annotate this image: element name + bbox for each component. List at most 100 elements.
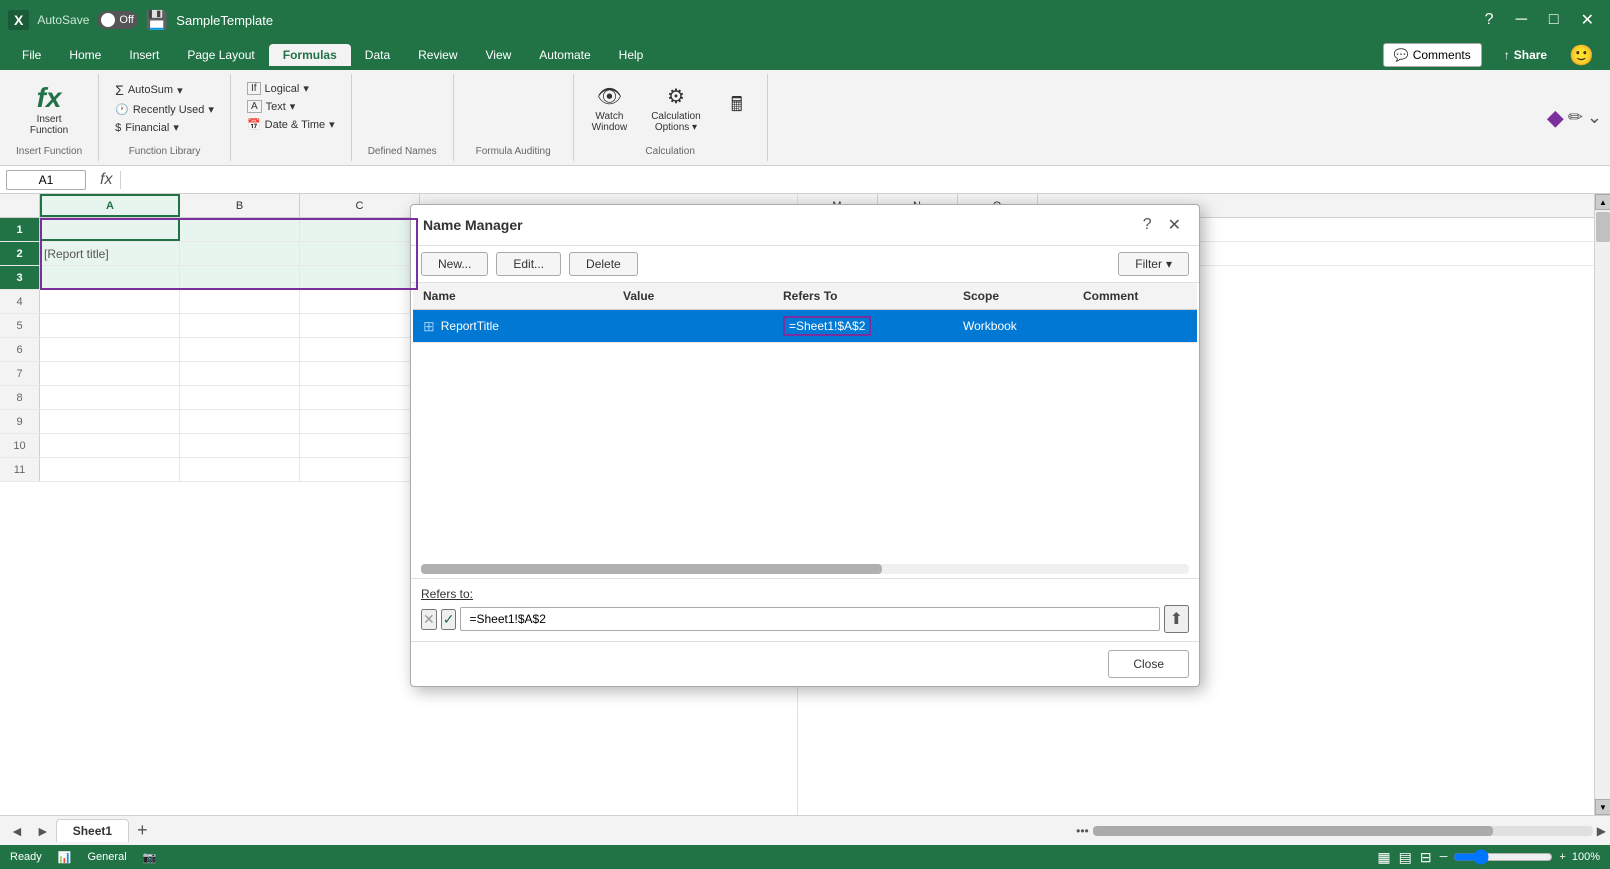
tab-insert[interactable]: Insert <box>115 44 173 66</box>
cell-c9[interactable] <box>300 410 420 433</box>
cancel-refers-to-button[interactable]: ✕ <box>421 609 437 630</box>
cell-c7[interactable] <box>300 362 420 385</box>
collapse-refers-to-button[interactable]: ⬆ <box>1164 605 1189 633</box>
minimize-button[interactable]: ─ <box>1508 7 1535 33</box>
cell-a2[interactable]: [Report title] <box>40 242 180 265</box>
col-header-a[interactable]: A <box>40 194 180 217</box>
zoom-plus-button[interactable]: + <box>1559 851 1565 863</box>
tab-help[interactable]: Help <box>605 44 658 66</box>
sheet-nav-prev-button[interactable]: ◄ <box>4 819 30 843</box>
cell-b5[interactable] <box>180 314 300 337</box>
ribbon-collapse-button[interactable]: ⌄ <box>1587 107 1602 128</box>
delete-button[interactable]: Delete <box>569 252 638 276</box>
vertical-scrollbar[interactable]: ▲ ▼ <box>1594 194 1610 815</box>
scroll-right-icon[interactable]: ▶ <box>1597 824 1606 838</box>
scroll-up-button[interactable]: ▲ <box>1595 194 1610 210</box>
share-icon: ↑ <box>1504 48 1510 62</box>
share-button[interactable]: ↑ Share <box>1490 44 1561 66</box>
cell-b9[interactable] <box>180 410 300 433</box>
cell-c5[interactable] <box>300 314 420 337</box>
new-button[interactable]: New... <box>421 252 488 276</box>
cell-a10[interactable] <box>40 434 180 457</box>
cell-a4[interactable] <box>40 290 180 313</box>
confirm-refers-to-button[interactable]: ✓ <box>441 609 457 630</box>
zoom-minus-button[interactable]: ─ <box>1440 851 1448 863</box>
cell-a3[interactable] <box>40 266 180 289</box>
col-header-c[interactable]: C <box>300 194 420 217</box>
filter-button[interactable]: Filter ▾ <box>1118 252 1189 276</box>
date-time-button[interactable]: 📅 Date & Time ▾ <box>241 116 341 133</box>
refers-to-input[interactable] <box>460 607 1159 631</box>
horizontal-scrollbar-thumb[interactable] <box>1093 826 1493 836</box>
cell-a7[interactable] <box>40 362 180 385</box>
cell-a1[interactable] <box>40 218 180 241</box>
dialog-scrollbar-thumb[interactable] <box>421 564 882 574</box>
close-button[interactable]: ✕ <box>1573 6 1602 34</box>
recently-used-button[interactable]: 🕐 Recently Used ▾ <box>109 101 220 118</box>
financial-button[interactable]: $ Financial ▾ <box>109 119 185 136</box>
cell-a6[interactable] <box>40 338 180 361</box>
tab-page-layout[interactable]: Page Layout <box>173 44 268 66</box>
autosum-button[interactable]: Σ AutoSum ▾ <box>109 80 188 100</box>
cell-c4[interactable] <box>300 290 420 313</box>
formula-input[interactable] <box>127 171 1604 189</box>
view-normal-button[interactable]: ▦ <box>1377 849 1390 866</box>
cell-a5[interactable] <box>40 314 180 337</box>
cell-a8[interactable] <box>40 386 180 409</box>
zoom-slider[interactable] <box>1453 849 1553 865</box>
dialog-close-x-button[interactable]: ✕ <box>1162 213 1187 237</box>
horizontal-scrollbar[interactable] <box>1093 826 1593 836</box>
cell-b2[interactable] <box>180 242 300 265</box>
cell-b10[interactable] <box>180 434 300 457</box>
tab-view[interactable]: View <box>472 44 526 66</box>
col-header-b[interactable]: B <box>180 194 300 217</box>
dialog-help-button[interactable]: ? <box>1137 213 1158 237</box>
tab-data[interactable]: Data <box>351 44 404 66</box>
cell-b4[interactable] <box>180 290 300 313</box>
tab-home[interactable]: Home <box>55 44 115 66</box>
maximize-button[interactable]: □ <box>1541 7 1567 33</box>
cell-c1[interactable] <box>300 218 420 241</box>
cell-c8[interactable] <box>300 386 420 409</box>
tab-formulas[interactable]: Formulas <box>269 44 351 66</box>
logical-button[interactable]: If Logical ▾ <box>241 80 315 97</box>
watch-window-button[interactable]: 👁 WatchWindow <box>584 80 636 137</box>
sheet-tab-sheet1[interactable]: Sheet1 <box>56 819 129 842</box>
calculate-now-button[interactable]: 🖩 <box>717 80 757 136</box>
name-manager-row[interactable]: ⊞ ReportTitle =Sheet1!$A$2 Workbook <box>413 310 1197 343</box>
add-sheet-button[interactable]: + <box>129 820 156 841</box>
cell-b7[interactable] <box>180 362 300 385</box>
close-button[interactable]: Close <box>1108 650 1189 678</box>
cell-c10[interactable] <box>300 434 420 457</box>
cell-c3[interactable] <box>300 266 420 289</box>
name-box[interactable] <box>6 170 86 190</box>
view-page-layout-button[interactable]: ▤ <box>1399 849 1412 866</box>
cell-b11[interactable] <box>180 458 300 481</box>
calculation-options-button[interactable]: ⚙ CalculationOptions ▾ <box>643 80 708 137</box>
cell-b1[interactable] <box>180 218 300 241</box>
comments-button[interactable]: 💬 Comments <box>1383 43 1482 67</box>
cell-c6[interactable] <box>300 338 420 361</box>
edit-button[interactable]: Edit... <box>496 252 561 276</box>
tab-file[interactable]: File <box>8 44 55 66</box>
tab-automate[interactable]: Automate <box>525 44 604 66</box>
cell-a9[interactable] <box>40 410 180 433</box>
help-button[interactable]: ? <box>1477 7 1502 33</box>
scroll-down-button[interactable]: ▼ <box>1595 799 1610 815</box>
sheet-nav-next-button[interactable]: ► <box>30 819 56 843</box>
cell-a11[interactable] <box>40 458 180 481</box>
cell-c11[interactable] <box>300 458 420 481</box>
insert-function-button[interactable]: fx InsertFunction <box>22 80 76 140</box>
cell-b8[interactable] <box>180 386 300 409</box>
scroll-thumb[interactable] <box>1596 212 1610 242</box>
dialog-horizontal-scrollbar[interactable] <box>421 564 1189 574</box>
tab-review[interactable]: Review <box>404 44 471 66</box>
autosave-toggle[interactable]: Off <box>97 11 137 29</box>
view-page-break-button[interactable]: ⊟ <box>1420 849 1432 866</box>
cell-b6[interactable] <box>180 338 300 361</box>
text-button[interactable]: A Text ▾ <box>241 98 301 115</box>
dots-icon[interactable]: ••• <box>1076 824 1089 838</box>
save-icon[interactable]: 💾 <box>146 10 168 31</box>
cell-c2[interactable] <box>300 242 420 265</box>
cell-b3[interactable] <box>180 266 300 289</box>
